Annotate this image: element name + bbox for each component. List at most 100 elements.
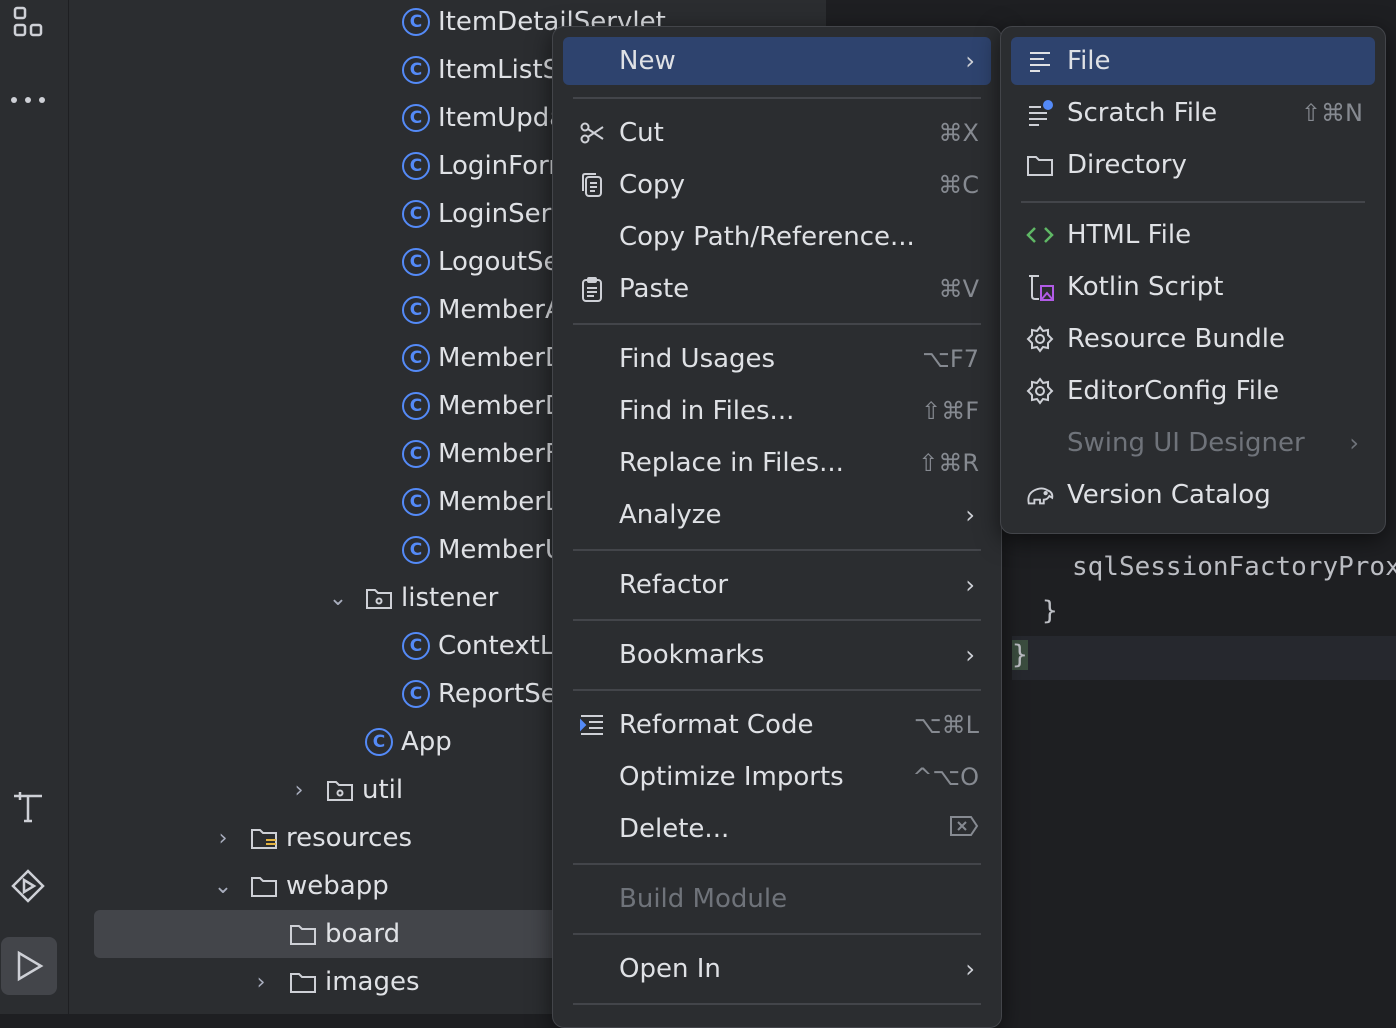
chevron-right-icon[interactable]: ›: [211, 826, 235, 851]
menu-separator: [1021, 201, 1365, 203]
build-hammer-icon[interactable]: [8, 786, 48, 826]
resources-folder-icon: [251, 829, 277, 849]
chevron-right-icon: ›: [965, 501, 975, 529]
menu-item-reformat-code[interactable]: Reformat Code ⌥⌘L: [563, 701, 991, 749]
class-icon: C: [402, 104, 430, 132]
tree-item[interactable]: images: [289, 958, 420, 1006]
tree-item[interactable]: util: [326, 766, 403, 814]
chevron-right-icon[interactable]: ›: [249, 970, 273, 995]
folder-icon: [290, 973, 316, 993]
class-icon: C: [402, 56, 430, 84]
submenu-item-version-catalog[interactable]: Version Catalog: [1011, 471, 1375, 519]
class-icon: C: [402, 680, 430, 708]
class-icon: C: [402, 488, 430, 516]
submenu-item-resource-bundle[interactable]: Resource Bundle: [1011, 315, 1375, 363]
class-icon: C: [402, 200, 430, 228]
menu-item-paste[interactable]: Paste ⌘V: [563, 265, 991, 313]
submenu-item-editorconfig-file[interactable]: EditorConfig File: [1011, 367, 1375, 415]
class-icon: C: [402, 536, 430, 564]
tree-item[interactable]: C LoginSer: [402, 190, 551, 238]
more-icon[interactable]: [8, 80, 48, 120]
gear-icon: [1025, 376, 1055, 406]
elephant-icon: [1025, 480, 1055, 510]
class-icon: C: [402, 632, 430, 660]
tree-item[interactable]: C MemberF: [402, 430, 560, 478]
chevron-right-icon: ›: [965, 571, 975, 599]
chevron-right-icon: ›: [965, 641, 975, 669]
tree-item[interactable]: C MemberA: [402, 286, 563, 334]
tree-item[interactable]: listener: [365, 574, 498, 622]
code-line: sqlSessionFactoryProxy: [1072, 552, 1396, 582]
html-icon: [1025, 220, 1055, 250]
clipboard-icon: [577, 274, 607, 304]
tree-item[interactable]: C MemberL: [402, 478, 559, 526]
menu-item-find-in-files[interactable]: Find in Files... ⇧⌘F: [563, 387, 991, 435]
submenu-item-directory[interactable]: Directory: [1011, 141, 1375, 189]
menu-item-new[interactable]: New ›: [563, 37, 991, 85]
structure-icon[interactable]: [8, 2, 48, 42]
class-icon: C: [402, 296, 430, 324]
new-submenu: File Scratch File ⇧⌘N Directory HTML Fil…: [1000, 26, 1386, 534]
scratch-file-icon: [1025, 98, 1055, 128]
tree-item[interactable]: C LogoutSe: [402, 238, 560, 286]
tree-item[interactable]: C MemberD: [402, 382, 565, 430]
menu-item-replace-in-files[interactable]: Replace in Files... ⇧⌘R: [563, 439, 991, 487]
code-line: }: [1042, 596, 1058, 626]
package-icon: [327, 781, 353, 801]
menu-item-copy[interactable]: Copy ⌘C: [563, 161, 991, 209]
tree-item[interactable]: C MemberU: [402, 526, 564, 574]
menu-separator: [573, 689, 981, 691]
tree-item[interactable]: C ItemListS: [402, 46, 559, 94]
menu-separator: [573, 549, 981, 551]
tree-item[interactable]: C LoginForr: [402, 142, 559, 190]
menu-item-find-usages[interactable]: Find Usages ⌥F7: [563, 335, 991, 383]
chevron-down-icon[interactable]: ⌄: [326, 586, 350, 611]
class-icon: C: [402, 440, 430, 468]
menu-item-analyze[interactable]: Analyze ›: [563, 491, 991, 539]
tree-item[interactable]: resources: [250, 814, 412, 862]
file-lines-icon: [1025, 46, 1055, 76]
tree-item[interactable]: C ReportSe: [402, 670, 557, 718]
context-menu: New › Cut ⌘X Copy ⌘C Copy Path/Reference…: [552, 26, 1002, 1028]
submenu-item-scratch-file[interactable]: Scratch File ⇧⌘N: [1011, 89, 1375, 137]
package-icon: [366, 589, 392, 609]
menu-separator: [573, 619, 981, 621]
class-icon: C: [402, 392, 430, 420]
delete-key-icon: [949, 815, 979, 843]
tree-item[interactable]: webapp: [250, 862, 389, 910]
menu-item-refactor[interactable]: Refactor ›: [563, 561, 991, 609]
chevron-right-icon: ›: [965, 47, 975, 75]
current-line-highlight: [1012, 636, 1396, 680]
tree-item[interactable]: C ItemUpda: [402, 94, 565, 142]
folder-icon: [290, 925, 316, 945]
tree-item[interactable]: C App: [365, 718, 452, 766]
copy-icon: [577, 170, 607, 200]
chevron-right-icon[interactable]: ›: [287, 778, 311, 803]
menu-separator: [573, 323, 981, 325]
menu-item-cut[interactable]: Cut ⌘X: [563, 109, 991, 157]
menu-item-delete[interactable]: Delete...: [563, 805, 991, 853]
menu-item-build-module: Build Module: [619, 884, 788, 914]
services-icon[interactable]: [8, 866, 48, 906]
submenu-item-html-file[interactable]: HTML File: [1011, 211, 1375, 259]
code-line: }: [1012, 640, 1028, 670]
class-icon: C: [402, 248, 430, 276]
submenu-item-file[interactable]: File: [1011, 37, 1375, 85]
menu-item-bookmarks[interactable]: Bookmarks ›: [563, 631, 991, 679]
submenu-item-swing-ui-designer: Swing UI Designer ›: [1067, 428, 1359, 458]
tree-item[interactable]: C MemberD: [402, 334, 565, 382]
submenu-item-kotlin-script[interactable]: Kotlin Script: [1011, 263, 1375, 311]
tree-item[interactable]: C ContextL: [402, 622, 554, 670]
tool-window-strip: [0, 0, 69, 1014]
class-icon: C: [402, 152, 430, 180]
class-icon: C: [402, 8, 430, 36]
chevron-down-icon[interactable]: ⌄: [211, 874, 235, 899]
menu-item-optimize-imports[interactable]: Optimize Imports ^⌥O: [563, 753, 991, 801]
menu-item-open-in[interactable]: Open In ›: [563, 945, 991, 993]
run-icon[interactable]: [1, 937, 57, 995]
menu-item-copy-path[interactable]: Copy Path/Reference...: [563, 213, 991, 261]
reformat-icon: [577, 710, 607, 740]
class-icon: C: [402, 344, 430, 372]
gear-icon: [1025, 324, 1055, 354]
kotlin-script-icon: [1025, 272, 1055, 302]
